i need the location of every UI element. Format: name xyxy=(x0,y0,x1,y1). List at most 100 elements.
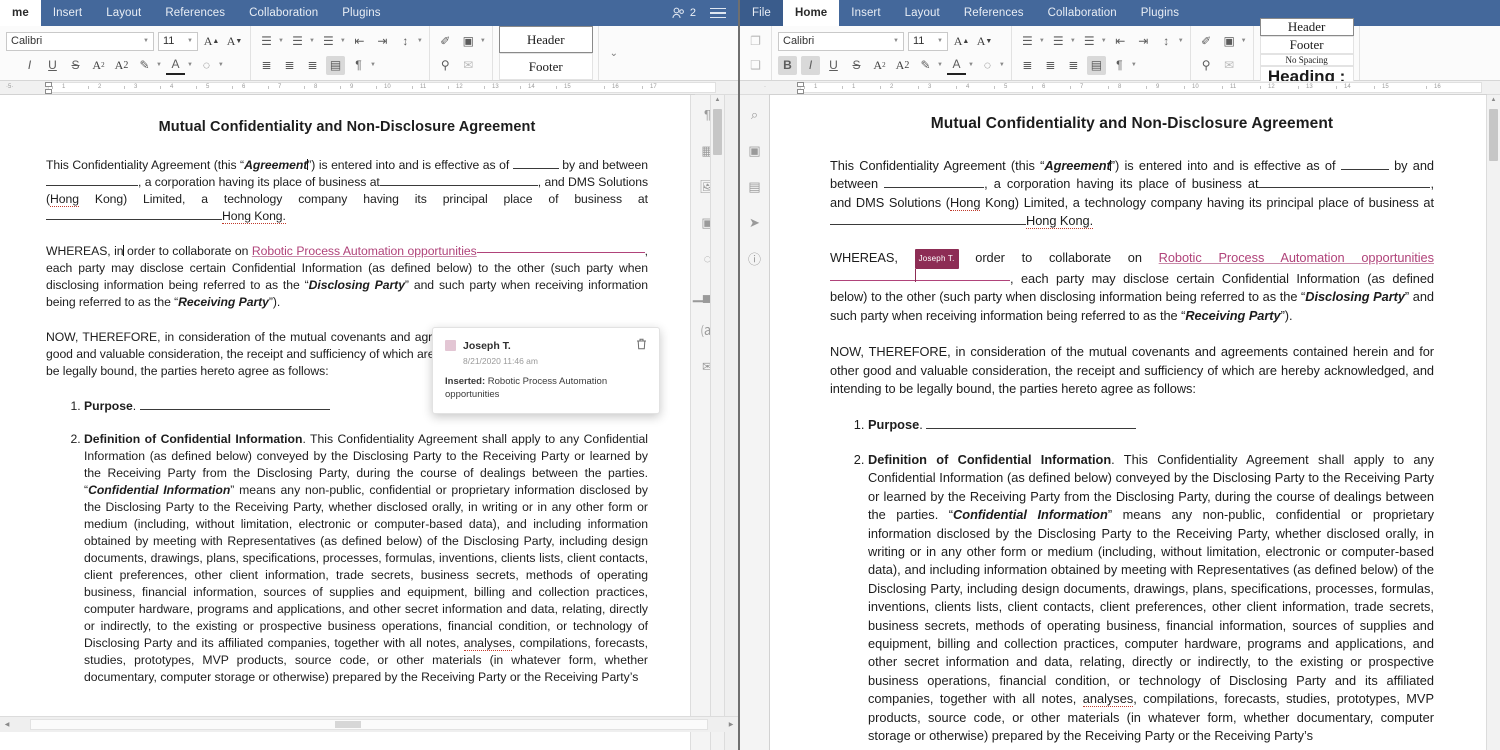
tab-collaboration[interactable]: Collaboration xyxy=(237,0,330,26)
shrink-font-icon[interactable]: A ▼ xyxy=(975,32,994,51)
style-footer[interactable]: Footer xyxy=(1259,36,1354,54)
italic-icon[interactable]: I xyxy=(801,55,820,75)
left-horizontal-scrollbar[interactable]: ◀ ▶ xyxy=(0,716,738,732)
first-line-indent-marker[interactable] xyxy=(797,82,804,87)
decrease-indent-icon[interactable]: ⇤ xyxy=(1111,32,1130,51)
font-color-icon[interactable]: A xyxy=(165,56,185,75)
align-left-icon[interactable]: ≣ xyxy=(257,56,276,75)
comment-icon[interactable]: ▣ xyxy=(745,141,764,160)
line-spacing-icon[interactable]: ↕ xyxy=(396,32,415,51)
increase-indent-icon[interactable]: ⇥ xyxy=(1134,32,1153,51)
hscroll-thumb[interactable] xyxy=(335,721,362,728)
blank-purpose[interactable] xyxy=(926,428,1137,430)
pilcrow-icon[interactable]: ¶ xyxy=(349,56,368,75)
tab-plugins[interactable]: Plugins xyxy=(1129,0,1191,26)
pilcrow-icon[interactable]: ¶ xyxy=(1110,56,1129,75)
eraser-icon[interactable]: ✐ xyxy=(436,32,455,51)
bold-icon[interactable]: B xyxy=(778,55,797,75)
right-horizontal-ruler[interactable]: · 1 1 2 3 4 5 6 7 8 9 10 11 12 13 14 15 … xyxy=(740,81,1500,95)
blank-address[interactable] xyxy=(1258,187,1431,189)
align-right-icon[interactable]: ≣ xyxy=(303,56,322,75)
blank-party[interactable] xyxy=(46,185,138,186)
style-header[interactable]: Header xyxy=(1259,18,1354,36)
style-footer[interactable]: Footer xyxy=(498,53,593,80)
strikethrough-icon[interactable]: S xyxy=(847,56,866,75)
font-size-select[interactable]: 11 ▼ xyxy=(158,31,198,51)
subscript-icon[interactable]: A2 xyxy=(112,56,131,75)
tab-collaboration[interactable]: Collaboration xyxy=(1036,0,1129,26)
style-header[interactable]: Header xyxy=(498,26,593,53)
align-center-icon[interactable]: ≣ xyxy=(1041,56,1060,75)
left-indent-marker[interactable] xyxy=(45,89,52,94)
left-document-page[interactable]: Mutual Confidentiality and Non-Disclosur… xyxy=(0,95,694,750)
scroll-left-icon[interactable]: ◀ xyxy=(0,721,14,728)
align-center-icon[interactable]: ≣ xyxy=(280,56,299,75)
font-size-select[interactable]: 11 ▼ xyxy=(908,31,948,51)
bullet-list-icon[interactable]: ☰ xyxy=(257,32,276,51)
chat-icon[interactable]: ▤ xyxy=(745,177,764,196)
scroll-thumb[interactable] xyxy=(713,109,722,155)
tab-references[interactable]: References xyxy=(153,0,237,26)
about-icon[interactable]: ⓘ xyxy=(745,249,764,268)
clear-formatting-icon[interactable]: ◌ xyxy=(197,56,216,75)
blank-date[interactable] xyxy=(512,168,559,169)
font-color-icon[interactable]: A xyxy=(946,56,966,75)
left-vertical-scrollbar[interactable]: ▲ xyxy=(710,95,724,750)
highlight-color-icon[interactable]: ✎ xyxy=(135,56,154,75)
tracked-change-comment-popup[interactable]: Joseph T. 8/21/2020 11:46 am Inserted: R… xyxy=(432,327,660,414)
multilevel-list-icon[interactable]: ☰ xyxy=(1080,32,1099,51)
grow-font-icon[interactable]: A ▲ xyxy=(202,32,221,51)
numbered-list-icon[interactable]: ☰ xyxy=(288,32,307,51)
copy-style-icon[interactable]: ▣ xyxy=(1220,32,1239,51)
blank-date[interactable] xyxy=(1340,169,1389,170)
decrease-indent-icon[interactable]: ⇤ xyxy=(350,32,369,51)
justify-icon[interactable]: ▤ xyxy=(326,55,345,75)
superscript-icon[interactable]: A2 xyxy=(89,56,108,75)
tab-layout[interactable]: Layout xyxy=(893,0,952,26)
tab-references[interactable]: References xyxy=(952,0,1036,26)
left-indent-marker[interactable] xyxy=(797,89,804,94)
eraser-icon[interactable]: ✐ xyxy=(1197,32,1216,51)
font-family-select[interactable]: Calibri ▼ xyxy=(778,31,904,51)
bullet-list-icon[interactable]: ☰ xyxy=(1018,32,1037,51)
right-vertical-scrollbar[interactable]: ▲ xyxy=(1486,95,1500,750)
trash-icon[interactable] xyxy=(636,338,647,353)
subscript-icon[interactable]: A2 xyxy=(893,56,912,75)
strikethrough-icon[interactable]: S xyxy=(66,56,85,75)
tab-layout[interactable]: Layout xyxy=(94,0,153,26)
search-icon[interactable]: ⌕ xyxy=(745,105,764,124)
feedback-icon[interactable]: ➤ xyxy=(745,213,764,232)
right-document-page[interactable]: Mutual Confidentiality and Non-Disclosur… xyxy=(770,95,1486,750)
blank-purpose[interactable] xyxy=(139,409,330,410)
numbered-list-icon[interactable]: ☰ xyxy=(1049,32,1068,51)
blank-principal-address[interactable] xyxy=(46,219,222,220)
tab-file[interactable]: File xyxy=(740,0,783,26)
copy-icon[interactable]: ❐ xyxy=(746,32,765,51)
underline-icon[interactable]: U xyxy=(43,56,62,75)
active-users-indicator[interactable]: 2 xyxy=(672,7,696,19)
style-no-spacing[interactable]: No Spacing xyxy=(1259,54,1354,66)
first-line-indent-marker[interactable] xyxy=(45,82,52,87)
tab-home[interactable]: me xyxy=(0,0,41,26)
grow-font-icon[interactable]: A ▲ xyxy=(952,32,971,51)
line-spacing-icon[interactable]: ↕ xyxy=(1157,32,1176,51)
justify-icon[interactable]: ▤ xyxy=(1086,55,1106,75)
mail-merge-icon[interactable]: ✉ xyxy=(459,56,478,75)
align-left-icon[interactable]: ≣ xyxy=(1018,56,1037,75)
scroll-up-icon[interactable]: ▲ xyxy=(711,97,724,103)
paste-style-icon[interactable]: ⚲ xyxy=(1197,56,1216,75)
font-family-select[interactable]: Calibri ▼ xyxy=(6,31,154,51)
ribbon-expand-icon[interactable]: ⌄ xyxy=(599,26,629,80)
tab-insert[interactable]: Insert xyxy=(839,0,892,26)
shrink-font-icon[interactable]: A ▼ xyxy=(225,32,244,51)
blank-address[interactable] xyxy=(379,185,538,186)
blank-party[interactable] xyxy=(884,187,985,189)
scroll-right-icon[interactable]: ▶ xyxy=(724,721,738,728)
paste-style-icon[interactable]: ⚲ xyxy=(436,56,455,75)
left-horizontal-ruler[interactable]: ·5· 1 2 3 4 5 6 7 8 9 10 11 12 13 14 15 … xyxy=(0,81,738,95)
copy-style-icon[interactable]: ▣ xyxy=(459,32,478,51)
hscroll-track[interactable] xyxy=(30,719,708,730)
clear-formatting-icon[interactable]: ◌ xyxy=(978,56,997,75)
align-right-icon[interactable]: ≣ xyxy=(1064,56,1083,75)
tab-home[interactable]: Home xyxy=(782,0,840,26)
